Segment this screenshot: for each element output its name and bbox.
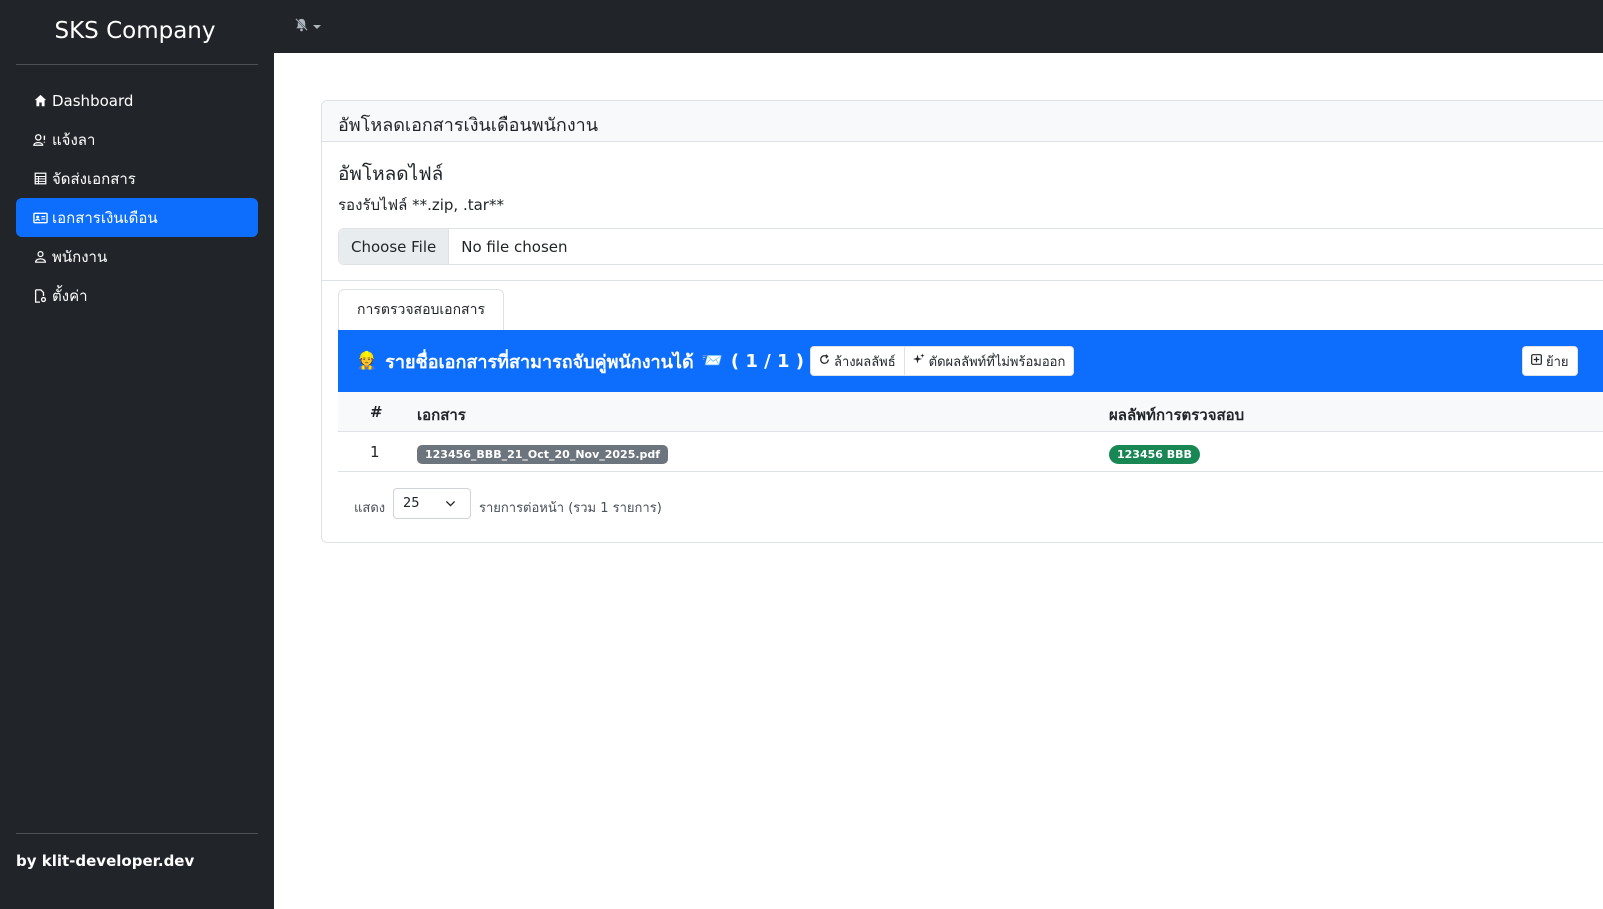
- upload-title: อัพโหลดไฟล์: [338, 163, 444, 185]
- sidebar-item-send-documents[interactable]: จัดส่งเอกสาร: [16, 159, 258, 198]
- worker-emoji-icon: 👷: [356, 351, 378, 371]
- file-status: No file chosen: [461, 237, 568, 256]
- result-header-bar: 👷 รายชื่อเอกสารที่สามารถจับคู่พนักงานได้…: [338, 330, 1603, 392]
- clear-results-button[interactable]: ล้างผลลัพธ์: [810, 346, 905, 376]
- table-row: 1 123456_BBB_21_Oct_20_Nov_2025.pdf 1234…: [338, 432, 1603, 472]
- sidebar-item-employees[interactable]: พนักงาน: [16, 237, 258, 276]
- table-header: # เอกสาร ผลลัพท์การตรวจสอบ: [338, 392, 1603, 432]
- user-leave-icon: [32, 132, 48, 148]
- sidebar-divider: [16, 64, 258, 65]
- notification-dropdown[interactable]: [294, 17, 321, 36]
- envelope-emoji-icon: 📨: [701, 351, 723, 371]
- sidebar-item-settings[interactable]: ตั้งค่า: [16, 276, 258, 315]
- sidebar-nav: Dashboard แจ้งลา จัดส่งเอกสาร เอกสารเงิน…: [16, 81, 258, 315]
- clear-results-label: ล้างผลลัพธ์: [834, 354, 896, 370]
- cut-unready-results-button[interactable]: ตัดผลลัพท์ที่ไม่พร้อมออก: [904, 346, 1075, 376]
- per-page-label: รายการต่อหน้า (รวม 1 รายการ): [479, 501, 662, 516]
- result-cell: 123456 BBB: [1109, 444, 1200, 464]
- document-filename: 123456_BBB_21_Oct_20_Nov_2025.pdf: [417, 444, 669, 464]
- cut-unready-results-label: ตัดผลลัพท์ที่ไม่พร้อมออก: [928, 354, 1066, 370]
- show-label: แสดง: [354, 501, 386, 516]
- sidebar-item-dashboard[interactable]: Dashboard: [16, 81, 258, 120]
- sidebar-item-label: จัดส่งเอกสาร: [52, 169, 136, 188]
- tab-document-check[interactable]: การตรวจสอบเอกสาร: [338, 289, 504, 330]
- chevron-down-icon: [445, 498, 456, 513]
- choose-file-button[interactable]: Choose File: [339, 229, 450, 264]
- id-card-icon: [32, 210, 48, 226]
- result-badge: 123456 BBB: [1109, 445, 1200, 464]
- top-navbar: [274, 0, 1603, 53]
- refresh-icon: [819, 353, 830, 369]
- file-gear-icon: [32, 288, 48, 304]
- per-page-select[interactable]: 25: [393, 488, 471, 519]
- brand-title[interactable]: SKS Company: [0, 18, 270, 44]
- filename-badge: 123456_BBB_21_Oct_20_Nov_2025.pdf: [417, 445, 669, 464]
- home-icon: [32, 93, 48, 109]
- result-count: ( 1 / 1 ): [730, 350, 804, 372]
- sidebar-divider: [16, 833, 258, 834]
- upload-subtitle: รองรับไฟล์ **.zip, .tar**: [338, 196, 504, 214]
- sidebar: SKS Company Dashboard แจ้งลา จัดส่งเอกสา…: [0, 0, 274, 909]
- pagination-controls: แสดง 25 รายการต่อหน้า (รวม 1 รายการ): [338, 472, 1603, 536]
- sidebar-item-label: Dashboard: [52, 91, 134, 110]
- sidebar-item-label: เอกสารเงินเดือน: [52, 208, 158, 227]
- person-icon: [32, 249, 48, 265]
- column-header-result[interactable]: ผลลัพท์การตรวจสอบ: [1109, 403, 1244, 427]
- file-input[interactable]: Choose File No file chosen: [338, 228, 1603, 265]
- row-number: 1: [370, 443, 380, 461]
- bell-slash-icon: [294, 17, 309, 36]
- sidebar-item-label: พนักงาน: [52, 247, 108, 266]
- sparkles-icon: [912, 353, 925, 369]
- result-title: 👷 รายชื่อเอกสารที่สามารถจับคู่พนักงานได้…: [356, 347, 723, 376]
- column-header-number: #: [370, 403, 383, 421]
- result-action-group: ล้างผลลัพธ์ ตัดผลลัพท์ที่ไม่พร้อมออก: [810, 346, 1075, 376]
- result-title-text: รายชื่อเอกสารที่สามารถจับคู่พนักงานได้: [385, 351, 694, 373]
- card-header: อัพโหลดเอกสารเงินเดือนพนักงาน: [322, 101, 1603, 142]
- upload-card: อัพโหลดเอกสารเงินเดือนพนักงาน อัพโหลดไฟล…: [321, 100, 1603, 543]
- column-header-document[interactable]: เอกสาร: [417, 403, 466, 427]
- move-button[interactable]: ย้าย: [1522, 346, 1578, 376]
- sidebar-item-label: แจ้งลา: [52, 130, 96, 149]
- chevron-down-icon: [313, 24, 321, 29]
- footer-credit: by klit-developer.dev: [16, 852, 195, 870]
- table-icon: [32, 171, 48, 187]
- card-divider: [322, 280, 1603, 281]
- sidebar-item-leave[interactable]: แจ้งลา: [16, 120, 258, 159]
- sidebar-item-salary-documents[interactable]: เอกสารเงินเดือน: [16, 198, 258, 237]
- move-button-label: ย้าย: [1546, 354, 1569, 370]
- per-page-value: 25: [403, 496, 420, 511]
- sidebar-item-label: ตั้งค่า: [52, 286, 88, 305]
- plus-square-icon: [1531, 353, 1542, 369]
